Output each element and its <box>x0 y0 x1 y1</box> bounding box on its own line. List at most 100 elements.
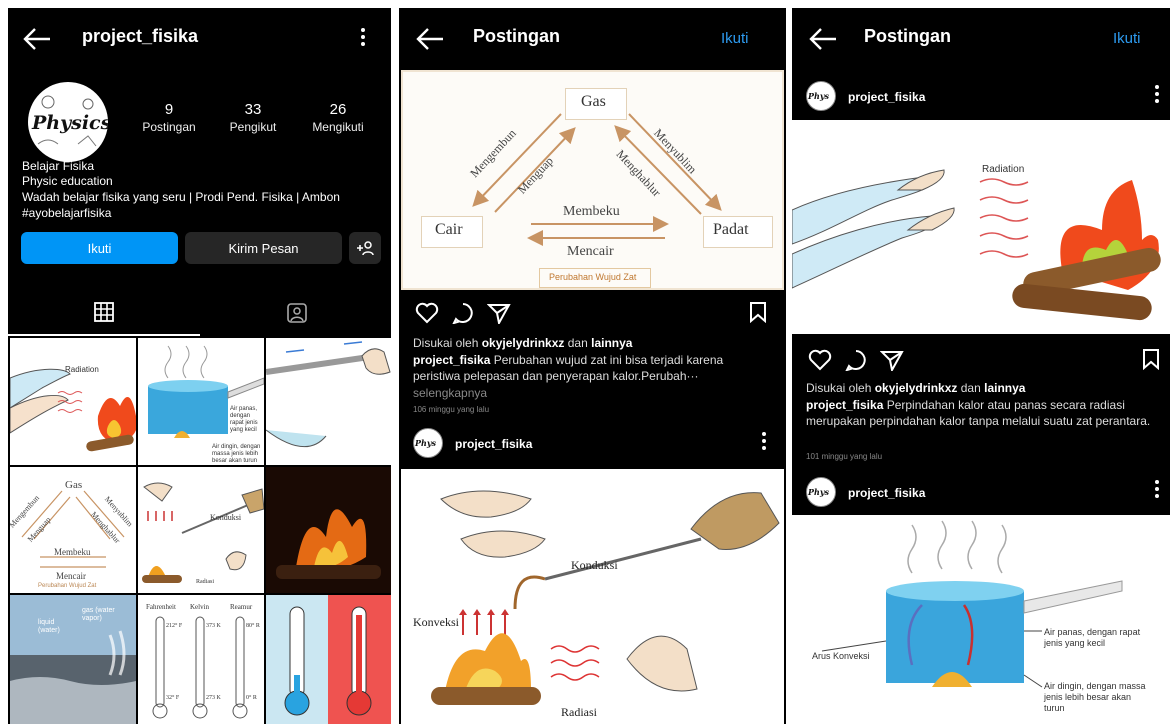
heat-transfer-illustration <box>431 490 780 705</box>
heat-transfer-image[interactable]: Konduksi Konveksi Radiasi <box>401 469 784 724</box>
more-options-icon[interactable] <box>360 28 366 50</box>
gas-label: Gas <box>581 93 606 110</box>
posts-label: Postingan <box>142 120 196 134</box>
post-screen-radiation: Postingan Ikuti Phys project_fisika Radi… <box>792 8 1170 724</box>
radiation-image[interactable]: Radiation <box>792 120 1170 334</box>
vapor-label: gas (water vapor) <box>82 607 115 622</box>
post-header-title: Postingan <box>864 26 952 46</box>
membeku-label: Membeku <box>54 547 91 557</box>
f-freeze-label: 32° F <box>166 695 180 701</box>
grid-post-evaporation[interactable]: liquid (water) gas (water vapor) <box>10 595 136 724</box>
kelvin-label: Kelvin <box>190 603 210 611</box>
thermometer-pair-icon <box>284 606 372 716</box>
post-username[interactable]: project_fisika <box>848 90 925 104</box>
grid-post-rod[interactable] <box>266 338 391 465</box>
caption-username[interactable]: project_fisika <box>806 398 883 412</box>
grid-post-radiation[interactable]: Radiation <box>10 338 136 465</box>
campfire-photo <box>276 509 381 579</box>
likes-prefix: Disukai oleh <box>413 336 482 350</box>
more-options-icon[interactable] <box>1154 480 1160 502</box>
comment-icon[interactable] <box>844 349 868 371</box>
followers-count[interactable]: 33 <box>213 101 293 118</box>
k-freeze-label: 273 K <box>206 695 221 701</box>
grid-post-hot-cold-thermometers[interactable] <box>266 595 391 724</box>
radiasi-label: Radiasi <box>561 705 597 719</box>
post-screen-phase: Postingan Ikuti Gas Cair Padat Mengembun… <box>399 8 786 724</box>
like-heart-icon[interactable] <box>415 302 439 324</box>
rod-hand-illustration <box>266 341 391 448</box>
diagram-caption: Perubahan Wujud Zat <box>549 272 637 282</box>
grid-tab-icon[interactable] <box>94 302 114 322</box>
fahrenheit-label: Fahrenheit <box>146 603 176 611</box>
likes-mid: dan <box>564 336 592 350</box>
next-post-username[interactable]: project_fisika <box>455 437 532 451</box>
comment-icon[interactable] <box>451 302 475 324</box>
grid-post-convection[interactable]: Air panas, dengan rapat jenis yang kecil… <box>138 338 264 465</box>
membeku-label: Membeku <box>563 204 620 219</box>
hands-fire-illustration <box>10 368 136 452</box>
following-count[interactable]: 26 <box>298 101 378 118</box>
heat-transfer-thumb <box>142 482 264 583</box>
more-options-icon[interactable] <box>1154 85 1160 107</box>
grid-post-campfire[interactable] <box>266 467 391 593</box>
add-user-button[interactable] <box>349 232 381 264</box>
tagged-tab-icon[interactable] <box>286 302 308 324</box>
mencair-label: Mencair <box>56 571 86 581</box>
konveksi-label: Konveksi <box>413 615 459 629</box>
likes-others[interactable]: lainnya <box>591 336 632 350</box>
padat-label: Padat <box>713 221 749 238</box>
bookmark-icon[interactable] <box>1142 348 1160 370</box>
bookmark-icon[interactable] <box>749 301 767 323</box>
follow-link[interactable]: Ikuti <box>721 30 749 47</box>
back-arrow-icon[interactable] <box>413 24 447 54</box>
post-caption: project_fisika Perpindahan kalor atau pa… <box>806 397 1158 429</box>
share-icon[interactable] <box>487 302 511 324</box>
like-heart-icon[interactable] <box>808 349 832 371</box>
post-caption: project_fisika Perubahan wujud zat ini b… <box>413 352 773 384</box>
see-more-link[interactable]: selengkapnya <box>413 385 487 401</box>
konduksi-thumb-label: Konduksi <box>210 513 242 522</box>
next-post-username[interactable]: project_fisika <box>848 486 925 500</box>
phase-caption: Perubahan Wujud Zat <box>38 583 97 589</box>
profile-username: project_fisika <box>82 26 199 46</box>
back-arrow-icon[interactable] <box>806 24 840 54</box>
radiasi-thumb-label: Radiasi <box>196 579 214 585</box>
share-icon[interactable] <box>880 349 904 371</box>
liked-by-user[interactable]: okyjelydrinkxz <box>875 381 958 395</box>
post-header-title: Postingan <box>473 26 561 46</box>
next-post-avatar[interactable]: Phys <box>413 428 443 458</box>
posts-count[interactable]: 9 <box>129 101 209 118</box>
arus-konveksi-label: Arus Konveksi <box>812 651 870 661</box>
liked-by-user[interactable]: okyjelydrinkxz <box>482 336 565 350</box>
followers-label: Pengikut <box>229 120 277 134</box>
three-thermometers-illustration <box>152 616 248 719</box>
likes-prefix: Disukai oleh <box>806 381 875 395</box>
likes-line: Disukai oleh okyjelydrinkxz dan lainnya <box>806 380 1025 396</box>
bio-name: Belajar Fisika <box>22 159 95 173</box>
cold-water-label: Air dingin, dengan massa jenis lebih bes… <box>1044 681 1146 713</box>
post-timestamp: 106 minggu yang lalu <box>413 405 490 414</box>
profile-avatar[interactable]: Physics <box>28 82 108 162</box>
konduksi-label: Konduksi <box>571 558 618 572</box>
hot-water-label: Air panas, dengan rapat jenis yang kecil <box>1044 627 1141 648</box>
phase-change-diagram[interactable]: Gas Cair Padat Mengembun Menguap Menyubl… <box>401 70 784 290</box>
following-label: Mengikuti <box>312 120 364 134</box>
reamur-label: Reamur <box>230 603 253 611</box>
grid-post-thermometers[interactable]: Fahrenheit Kelvin Reamur 212° F 373 K 80… <box>138 595 264 724</box>
cold-water-label: Air dingin, dengan massa jenis lebih bes… <box>212 444 261 464</box>
message-button[interactable]: Kirim Pesan <box>185 232 342 264</box>
convection-image[interactable]: Arus Konveksi Air panas, dengan rapat je… <box>792 515 1170 724</box>
back-arrow-icon[interactable] <box>20 24 54 54</box>
caption-username[interactable]: project_fisika <box>413 353 490 367</box>
post-avatar[interactable]: Phys <box>806 81 836 111</box>
follow-button[interactable]: Ikuti <box>21 232 178 264</box>
grid-post-phase[interactable]: Gas Mengembun Menguap Menyublim Menghabl… <box>10 467 136 593</box>
next-post-avatar[interactable]: Phys <box>806 477 836 507</box>
gas-label: Gas <box>65 479 83 491</box>
grid-post-heat-transfer[interactable]: Konduksi Radiasi <box>138 467 264 593</box>
more-options-icon[interactable] <box>761 432 767 454</box>
bio-category: Physic education <box>22 174 113 188</box>
likes-others[interactable]: lainnya <box>984 381 1025 395</box>
follow-link[interactable]: Ikuti <box>1113 30 1141 47</box>
bio-hashtag[interactable]: #ayobelajarfisika <box>22 206 111 220</box>
